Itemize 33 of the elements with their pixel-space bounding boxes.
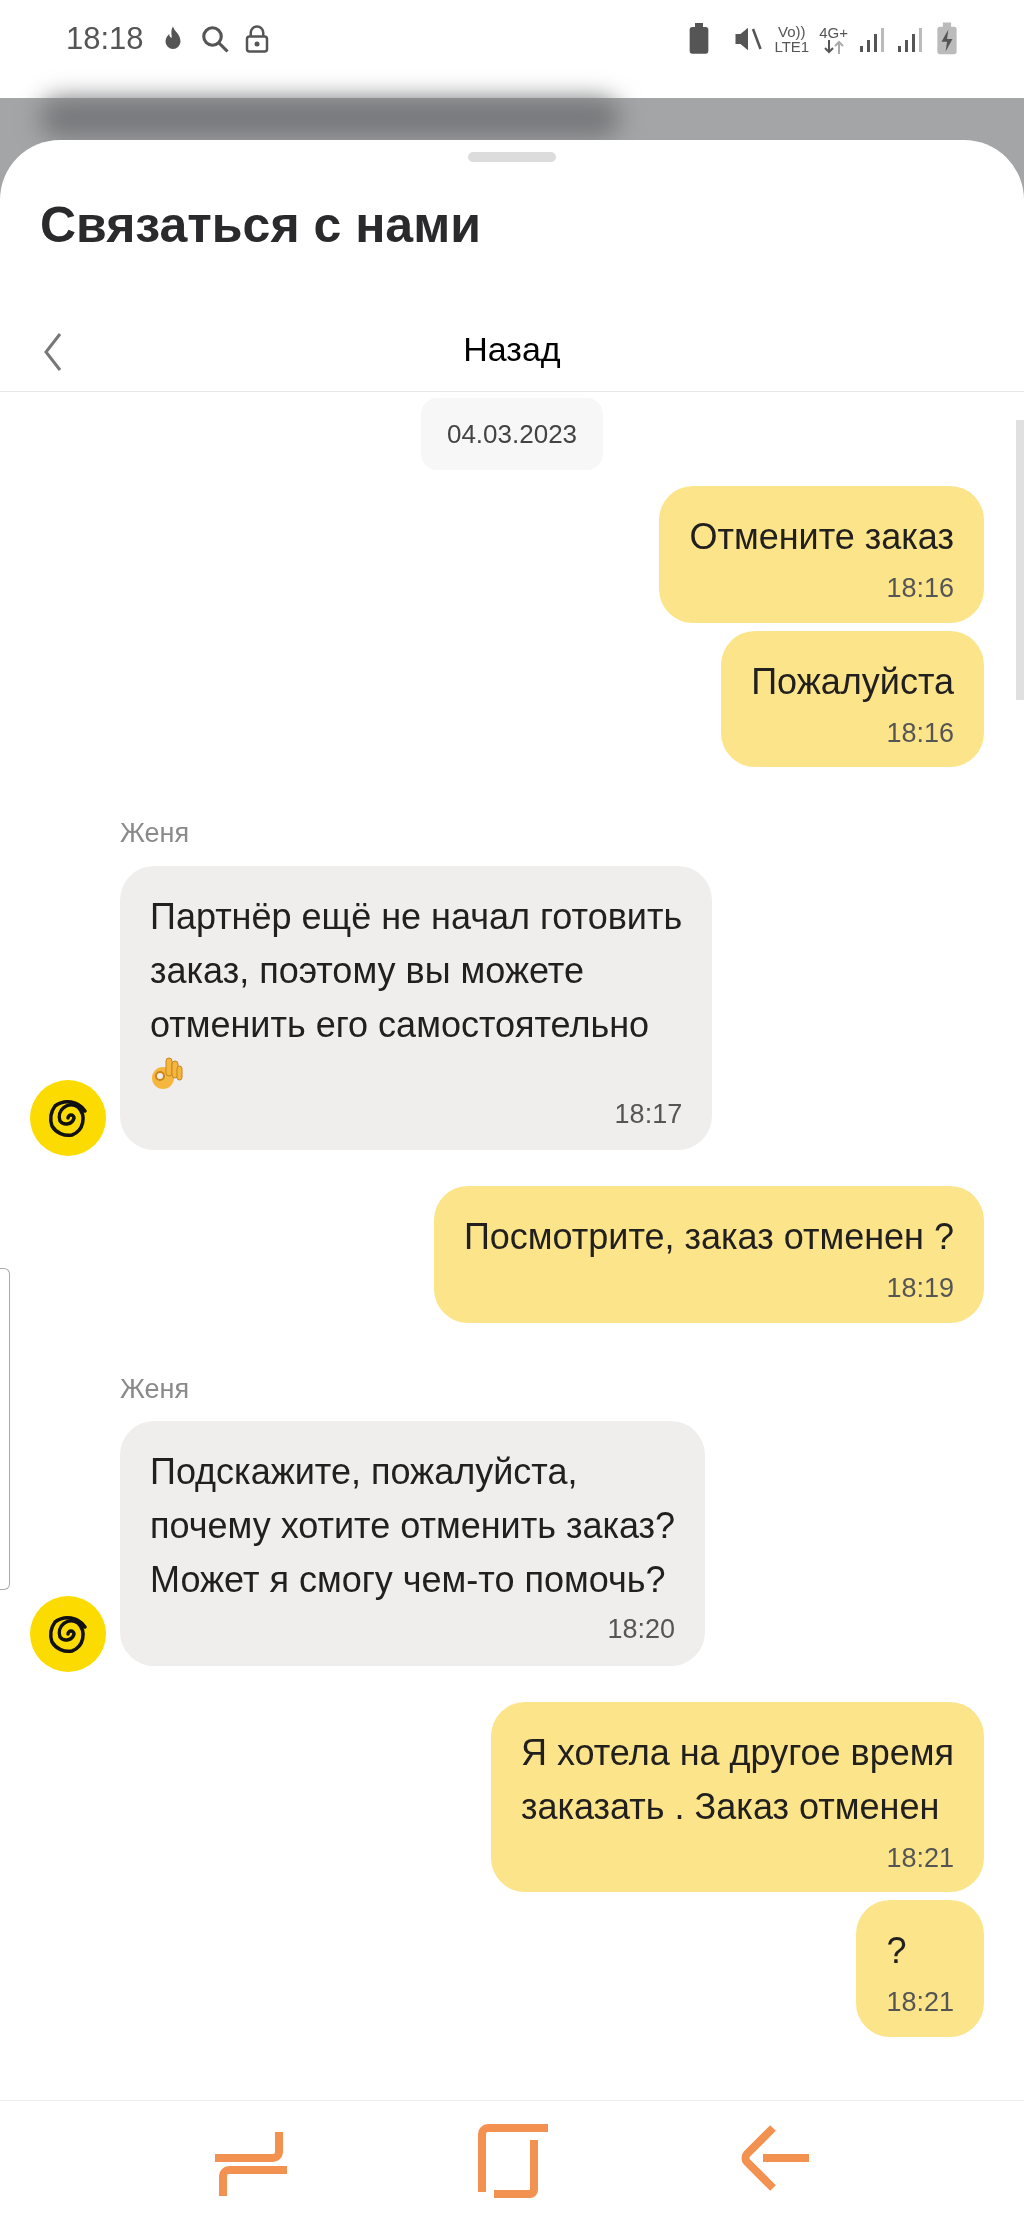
- spiral-avatar-icon: [30, 1080, 106, 1156]
- message-time: 18:21: [886, 1841, 954, 1875]
- battery-saver-icon: [688, 23, 711, 55]
- message-time: 18:17: [614, 1097, 683, 1131]
- message-time: 18:21: [886, 1986, 954, 2019]
- sender-name: Женя: [120, 1372, 191, 1406]
- message-time: 18:20: [607, 1613, 676, 1646]
- message-time: 18:16: [886, 572, 954, 605]
- message-text: Отмените заказ: [689, 515, 954, 559]
- volte-label: Vo)): [778, 24, 806, 39]
- lock-icon: [243, 24, 270, 54]
- sheet-title: Связаться с нами: [40, 200, 482, 250]
- drag-handle[interactable]: [468, 152, 556, 162]
- message-text: Партнёр ещё не начал готовить заказ, поэтому вы можете отменить его самостоятельно: [150, 894, 683, 1047]
- search-icon: [199, 24, 230, 54]
- back-label[interactable]: Назад: [463, 324, 561, 375]
- message-time: 18:16: [886, 716, 954, 750]
- message-text: Подскажите, пожалуйста, почему хотите отменить заказ? Может я смогу чем-то помочь?: [150, 1450, 676, 1602]
- data-arrows-icon: [822, 39, 845, 54]
- message-time: 18:19: [886, 1272, 954, 1305]
- message-text: Посмотрите, заказ отменен ?: [463, 1215, 954, 1259]
- date-label: 04.03.2023: [420, 398, 604, 470]
- back-chevron-icon[interactable]: [42, 332, 64, 372]
- battery-charging-icon: [936, 22, 958, 56]
- lte-label: LTE1: [774, 39, 810, 54]
- status-time: 18:18: [66, 19, 144, 58]
- message-text: Пожалуйста: [751, 659, 954, 704]
- sender-name: Женя: [120, 817, 191, 850]
- message-text: ?: [886, 1929, 908, 1973]
- edge-panel-handle[interactable]: [0, 1268, 10, 1590]
- message-text: Я хотела на другое время заказать . Заказ отменен: [520, 1730, 954, 1829]
- spiral-avatar-icon: [30, 1595, 106, 1672]
- network-label: 4G+: [819, 24, 848, 40]
